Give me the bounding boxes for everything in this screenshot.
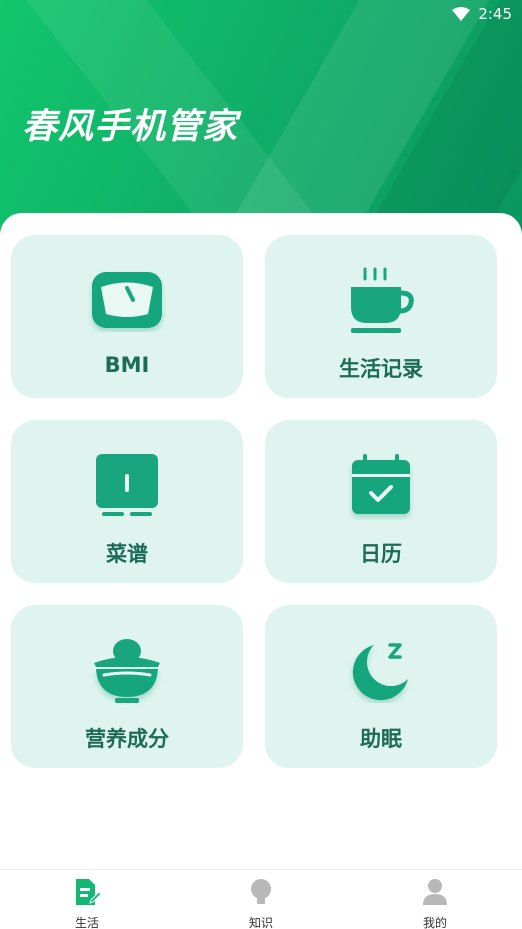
header-banner: 2:45 春风手机管家 <box>0 0 522 240</box>
card-label: 助眠 <box>360 727 402 751</box>
tab-knowledge[interactable]: 知识 <box>174 870 348 929</box>
nutrition-card[interactable]: 营养成分 <box>11 605 243 768</box>
card-label: 日历 <box>360 542 402 566</box>
coffee-cup-icon <box>339 265 423 337</box>
card-label: 生活记录 <box>339 357 423 381</box>
user-icon <box>421 878 449 910</box>
food-bowl-icon <box>85 635 169 707</box>
app-title: 春风手机管家 <box>22 107 239 147</box>
lightbulb-icon <box>247 878 275 910</box>
calendar-check-icon <box>339 450 423 522</box>
bmi-card[interactable]: BMI <box>11 235 243 398</box>
open-book-icon <box>85 450 169 522</box>
tab-label: 生活 <box>74 916 99 929</box>
card-label: 菜谱 <box>106 542 148 566</box>
status-bar: 2:45 <box>0 0 522 28</box>
tab-profile[interactable]: 我的 <box>348 870 522 929</box>
feature-grid: BMI 生活记录 菜谱 日历 营养成分 助眠 <box>0 213 522 869</box>
bottom-tab-bar: 生活 知识 我的 <box>0 869 522 929</box>
tab-label: 我的 <box>422 916 447 929</box>
card-label: 营养成分 <box>85 727 169 751</box>
tab-life[interactable]: 生活 <box>0 870 174 929</box>
recipe-card[interactable]: 菜谱 <box>11 420 243 583</box>
life-record-card[interactable]: 生活记录 <box>265 235 497 398</box>
moon-sleep-icon <box>339 635 423 707</box>
card-label: BMI <box>104 353 150 377</box>
calendar-card[interactable]: 日历 <box>265 420 497 583</box>
wifi-icon <box>452 7 471 21</box>
scale-icon <box>85 265 169 337</box>
tab-label: 知识 <box>248 916 273 929</box>
document-edit-icon <box>73 878 102 910</box>
sleep-aid-card[interactable]: 助眠 <box>265 605 497 768</box>
status-time: 2:45 <box>478 5 512 23</box>
